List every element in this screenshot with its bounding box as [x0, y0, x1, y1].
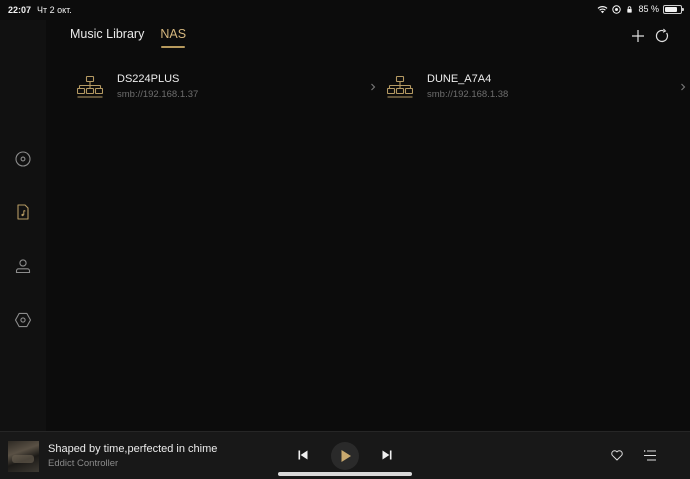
- battery-fill: [665, 6, 678, 12]
- hexagon-settings-icon: [14, 312, 32, 328]
- queue-list-icon: [644, 450, 656, 461]
- add-button[interactable]: [630, 28, 646, 44]
- network-share-icon: [77, 75, 103, 98]
- tab-nas[interactable]: NAS: [160, 27, 186, 48]
- refresh-button[interactable]: [654, 28, 670, 44]
- battery-icon: [663, 4, 684, 14]
- queue-button[interactable]: [643, 449, 657, 462]
- track-artist: Eddict Controller: [48, 458, 119, 469]
- tab-bar: Music Library NAS: [70, 27, 186, 48]
- chevron-right-icon: [371, 83, 376, 91]
- sidebar: [0, 20, 46, 431]
- status-bar: 22:07 Чт 2 окт. 85 %: [0, 0, 690, 20]
- wifi-icon: [597, 5, 608, 14]
- plus-icon: [632, 30, 644, 42]
- disc-icon: [15, 151, 31, 167]
- status-right: 85 %: [597, 4, 684, 14]
- nas-device-name: DS224PLUS: [117, 73, 180, 85]
- orientation-lock-icon: [625, 5, 634, 14]
- track-title[interactable]: Shaped by time,perfected in chime: [48, 443, 217, 455]
- battery-tip: [682, 7, 684, 11]
- sidebar-item-user[interactable]: [14, 257, 32, 275]
- sidebar-item-files[interactable]: [14, 203, 32, 221]
- status-date: Чт 2 окт.: [37, 5, 72, 15]
- nas-device-address: smb://192.168.1.37: [117, 89, 199, 100]
- album-art[interactable]: [8, 441, 39, 472]
- nas-device-item[interactable]: DUNE_A7A4 smb://192.168.1.38: [387, 69, 687, 109]
- home-indicator[interactable]: [278, 472, 412, 476]
- previous-button[interactable]: [297, 449, 309, 461]
- battery-percent: 85 %: [638, 4, 659, 14]
- network-share-icon: [387, 75, 413, 98]
- chevron-right-icon: [681, 83, 686, 91]
- skip-previous-icon: [298, 450, 308, 460]
- refresh-icon: [655, 28, 669, 43]
- nas-device-name: DUNE_A7A4: [427, 73, 492, 85]
- play-icon: [341, 450, 351, 462]
- main-content: Music Library NAS DS224PLUS smb://192.16…: [46, 20, 690, 431]
- skip-next-icon: [382, 450, 392, 460]
- play-button[interactable]: [331, 442, 359, 470]
- status-time: 22:07: [8, 5, 32, 15]
- next-button[interactable]: [381, 449, 393, 461]
- sidebar-item-disc[interactable]: [14, 150, 32, 168]
- tab-music-library[interactable]: Music Library: [70, 27, 144, 45]
- nas-device-item[interactable]: DS224PLUS smb://192.168.1.37: [77, 69, 377, 109]
- location-icon: [612, 4, 622, 14]
- sidebar-item-settings[interactable]: [14, 311, 32, 329]
- heart-icon: [611, 450, 623, 461]
- music-file-icon: [17, 204, 29, 220]
- nas-device-address: smb://192.168.1.38: [427, 89, 509, 100]
- favorite-button[interactable]: [611, 450, 623, 461]
- user-icon: [15, 259, 31, 274]
- now-playing-bar: Shaped by time,perfected in chime Eddict…: [0, 431, 690, 479]
